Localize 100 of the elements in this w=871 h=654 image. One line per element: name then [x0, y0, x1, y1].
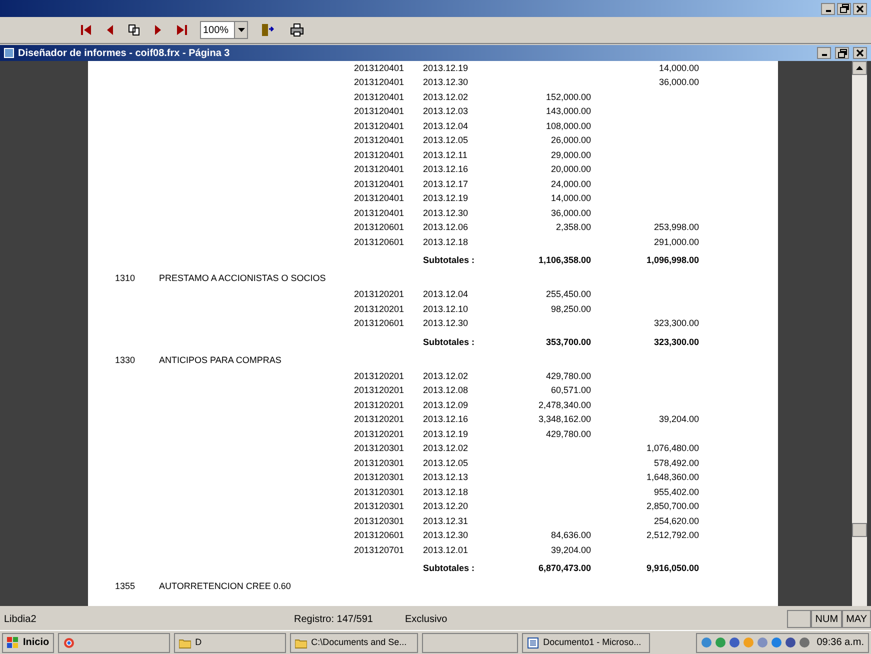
table-cell-text: 2013.12.05 [423, 134, 470, 147]
taskbar-button[interactable]: Documento1 - Microso... [522, 632, 650, 652]
table-cell-text: 2013.12.01 [423, 544, 470, 556]
door-icon [260, 23, 274, 37]
table-cell-text: 2013120601 [354, 317, 406, 330]
restore-button[interactable] [837, 2, 851, 14]
table-cell-text: 152,000.00 [544, 90, 591, 104]
taskbar-button[interactable] [422, 632, 518, 652]
clock: 09:36 a.m. [816, 636, 864, 650]
windows-logo-icon [7, 636, 19, 648]
table-cell-text: 84,636.00 [550, 529, 591, 542]
table-cell-text: 2013.12.05 [423, 456, 470, 470]
table-cell-text: 2013120201 [354, 384, 406, 397]
subtotal-value: 353,700.00 [544, 336, 591, 348]
scroll-up-button[interactable] [852, 61, 867, 75]
first-page-icon [79, 23, 93, 37]
taskbar-button[interactable] [58, 632, 170, 652]
folder-icon [179, 636, 192, 648]
close-button[interactable] [853, 2, 867, 14]
pages-icon [127, 23, 141, 37]
last-page-icon [175, 23, 189, 37]
table-cell-text: 36,000.00 [658, 76, 699, 89]
table-cell-text: 578,492.00 [652, 456, 699, 470]
document-icon [527, 636, 540, 648]
table-cell-text: 14,000.00 [658, 62, 699, 74]
table-cell-text: 2013120201 [354, 428, 406, 440]
account-code: 1355 [115, 580, 136, 593]
table-cell-text: 2013120401 [354, 105, 406, 118]
table-cell-text: 2013.12.19 [423, 62, 470, 74]
table-cell-text: 255,450.00 [544, 288, 591, 301]
table-cell-text: 2013120201 [354, 288, 406, 301]
table-cell-text: 2013.12.06 [423, 221, 470, 234]
minimize-button[interactable] [821, 2, 835, 14]
up-arrow-icon [856, 66, 863, 70]
minimize-button[interactable] [817, 47, 831, 59]
table-cell-text: 2013.12.18 [423, 486, 470, 498]
subtotal-label: Subtotales : [423, 336, 476, 348]
close-button[interactable] [853, 47, 867, 59]
table-cell-text: 2013120401 [354, 76, 406, 89]
subtotal-value: 9,916,050.00 [645, 562, 699, 575]
table-cell-text: 143,000.00 [544, 105, 591, 118]
table-cell-text: 2013120401 [354, 192, 406, 205]
minimize-icon [822, 54, 826, 56]
account-name: PRESTAMO A ACCIONISTAS O SOCIOS [159, 272, 326, 285]
table-cell-text: 2013120401 [354, 148, 406, 162]
restore-icon [840, 4, 848, 13]
table-cell-text: 2013.12.13 [423, 471, 470, 484]
globe-icon [63, 636, 76, 648]
table-cell-text: 2013120401 [354, 178, 406, 190]
table-cell-text: 2013.12.02 [423, 370, 470, 382]
account-name: AUTORRETENCION CREE 0.60 [159, 580, 291, 593]
table-cell-text: 2,478,340.00 [537, 398, 591, 412]
minimize-icon [826, 10, 830, 12]
status-text: Libdia2 [3, 612, 38, 626]
subtotal-value: 323,300.00 [652, 336, 699, 348]
table-cell-text: 2013.12.19 [423, 192, 470, 205]
subtotal-label: Subtotales : [423, 254, 476, 267]
table-cell-text: 323,300.00 [652, 317, 699, 330]
table-cell-text: 26,000.00 [550, 134, 591, 147]
folder-icon [295, 636, 308, 648]
tray-icon[interactable] [798, 637, 810, 648]
subtotal-label: Subtotales : [423, 562, 476, 575]
table-cell-text: 2013.12.20 [423, 500, 470, 513]
window-title: Diseñador de informes - coif08.frx - Página 3 [18, 46, 231, 60]
restore-icon [838, 48, 846, 58]
table-cell-text: 2013.12.16 [423, 413, 470, 426]
caret-icon [238, 28, 244, 32]
table-cell-text: 2013120301 [354, 471, 406, 484]
table-cell-text: 2013120201 [354, 370, 406, 382]
tray-icon[interactable] [728, 637, 740, 648]
tray-icon[interactable] [770, 637, 782, 648]
table-cell-text: 24,000.00 [550, 178, 591, 190]
table-cell-text: 2,358.00 [554, 221, 591, 234]
table-cell-text: 2013.12.16 [423, 163, 470, 176]
start-button[interactable]: Inicio [2, 632, 54, 652]
scroll-thumb[interactable] [852, 523, 867, 537]
account-code: 1330 [115, 354, 136, 366]
table-cell-text: 36,000.00 [550, 206, 591, 220]
table-cell-text: 254,620.00 [652, 514, 699, 528]
table-cell-text: 2013.12.31 [423, 514, 470, 528]
table-cell-text: 2013120201 [354, 302, 406, 316]
table-cell-text: 2013.12.04 [423, 120, 470, 132]
table-cell-text: 955,402.00 [652, 486, 699, 498]
restore-button[interactable] [835, 47, 849, 59]
table-cell-text: 2,850,700.00 [645, 500, 699, 513]
table-cell-text: 2013120401 [354, 62, 406, 74]
vertical-scrollbar[interactable] [852, 61, 867, 606]
tray-icon[interactable] [784, 637, 796, 648]
status-panel [787, 610, 812, 628]
table-cell-text: 39,204.00 [658, 413, 699, 426]
taskbar-button[interactable]: D [174, 632, 286, 652]
printer-icon [290, 23, 304, 37]
table-cell-text: 2013.12.02 [423, 442, 470, 455]
table-cell-text: 2013.12.09 [423, 398, 470, 412]
table-cell-text: 2013120201 [354, 398, 406, 412]
table-cell-text: 2013.12.08 [423, 384, 470, 397]
table-cell-text: 429,780.00 [544, 370, 591, 382]
taskbar-button[interactable]: C:\Documents and Se... [290, 632, 418, 652]
zoom-dropdown[interactable]: 100% [200, 21, 248, 39]
table-cell-text: 1,076,480.00 [645, 442, 699, 455]
